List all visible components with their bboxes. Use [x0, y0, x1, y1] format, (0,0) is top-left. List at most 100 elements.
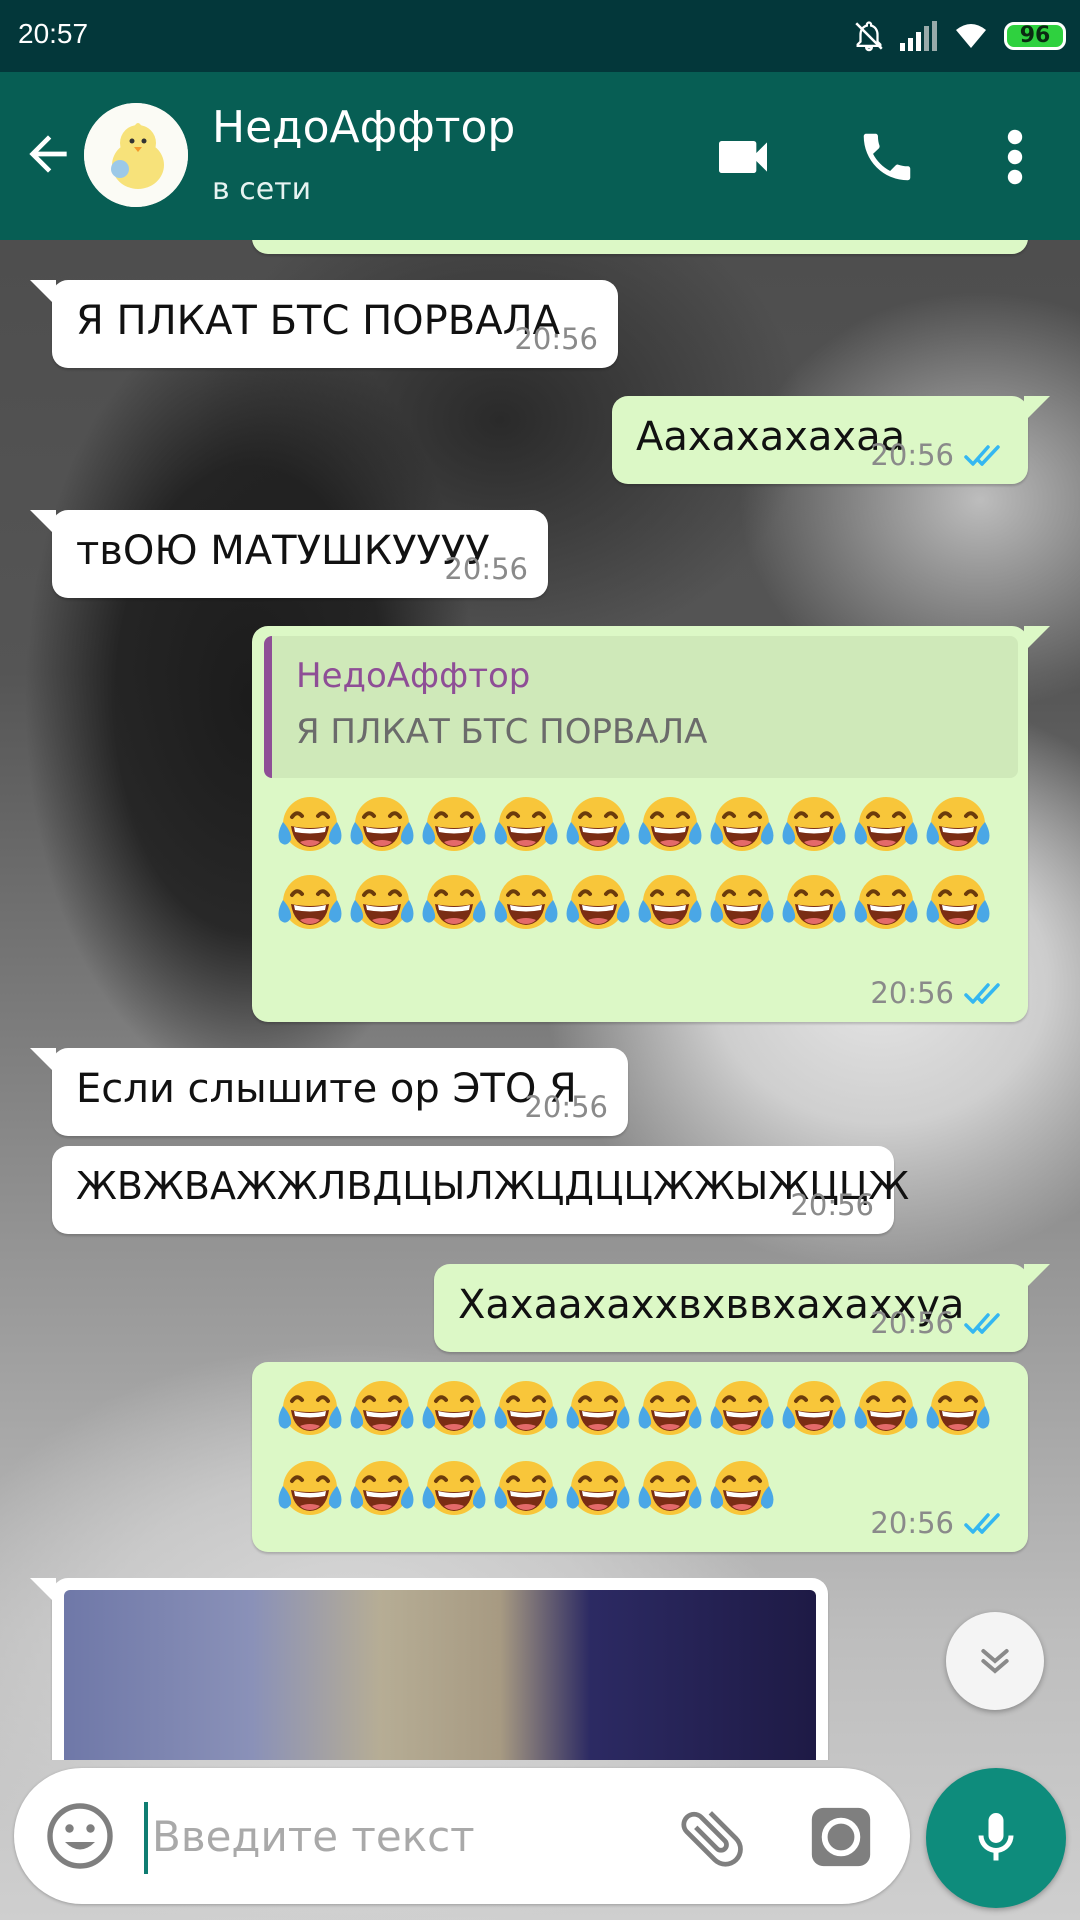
message-time: 20:56 — [790, 1188, 874, 1222]
message-time: 20:56 — [870, 1306, 954, 1340]
video-call-icon — [719, 141, 767, 173]
message-bubble-incoming[interactable]: Если слышите ор ЭТО Я 20:56 — [30, 1048, 628, 1136]
laughing-tears-emoji — [274, 868, 346, 940]
laughing-tears-emoji — [490, 790, 562, 862]
message-text: Я ПЛКАТ БТС ПОРВАЛА — [76, 298, 561, 344]
chick-avatar-image — [84, 103, 188, 207]
more-options-button[interactable] — [980, 122, 1050, 192]
emoji-row — [274, 790, 994, 862]
message-input[interactable] — [152, 1796, 652, 1876]
message-bubble-partial[interactable] — [252, 240, 1028, 254]
emoji-row — [274, 1374, 994, 1446]
chat-header: НедоАффтор в сети — [0, 72, 1080, 240]
laughing-tears-emoji — [850, 790, 922, 862]
emoji-icon[interactable] — [44, 1800, 116, 1872]
laughing-tears-emoji — [562, 1374, 634, 1446]
laughing-tears-emoji — [346, 868, 418, 940]
laughing-tears-emoji — [274, 790, 346, 862]
contact-status: в сети — [212, 172, 312, 207]
message-meta: 20:56 — [870, 976, 1008, 1010]
laughing-tears-emoji — [346, 790, 418, 862]
laughing-tears-emoji — [850, 868, 922, 940]
message-list[interactable]: Я ПЛКАТ БТС ПОРВАЛА 20:56 Аахахахахаа 20… — [0, 240, 1080, 1760]
status-time: 20:57 — [18, 18, 89, 49]
contact-name[interactable]: НедоАффтор — [212, 102, 515, 153]
message-bubble-incoming[interactable]: твОЮ МАТУШКУУУУ 20:56 — [30, 510, 548, 598]
double-check-icon — [964, 1511, 1008, 1535]
laughing-tears-emoji — [418, 790, 490, 862]
camera-icon[interactable] — [806, 1802, 876, 1872]
message-time: 20:56 — [514, 322, 598, 356]
voice-call-button[interactable] — [852, 122, 922, 192]
laughing-tears-emoji — [634, 1374, 706, 1446]
contact-avatar[interactable] — [84, 103, 188, 207]
message-meta: 20:56 — [870, 1306, 1008, 1340]
laughing-tears-emoji — [634, 868, 706, 940]
video-thumbnail[interactable] — [64, 1590, 816, 1760]
laughing-tears-emoji — [778, 790, 850, 862]
message-bubble-outgoing-reply[interactable]: НедоАффтор Я ПЛКАТ БТС ПОРВАЛА 20:56 — [252, 626, 1050, 1022]
message-meta: 20:56 — [870, 1506, 1008, 1540]
message-time: 20:56 — [870, 1506, 954, 1540]
message-bubble-outgoing[interactable]: Аахахахахаа 20:56 — [612, 396, 1050, 484]
notifications-off-icon — [855, 21, 883, 52]
message-time: 20:56 — [870, 438, 954, 472]
scroll-to-bottom-button[interactable] — [946, 1612, 1044, 1710]
laughing-tears-emoji — [922, 790, 994, 862]
phone-icon — [863, 133, 911, 181]
voice-message-button[interactable] — [926, 1768, 1066, 1908]
back-arrow-icon[interactable] — [20, 126, 76, 182]
double-chevron-down-icon — [981, 1649, 1009, 1674]
laughing-tears-emoji — [634, 1454, 706, 1526]
status-icons: 96 — [852, 18, 1066, 54]
laughing-tears-emoji — [778, 1374, 850, 1446]
laughing-tears-emoji — [850, 1374, 922, 1446]
laughing-tears-emoji — [418, 1454, 490, 1526]
double-check-icon — [964, 1311, 1008, 1335]
message-meta: 20:56 — [790, 1188, 874, 1222]
battery-indicator: 96 — [1004, 22, 1066, 50]
message-text: ЖВЖВАЖЖЛВДЦЫЛЖЦДЦЦЖЖЫЖЦЦЖ — [76, 1164, 910, 1208]
laughing-tears-emoji — [706, 790, 778, 862]
message-bubble-outgoing[interactable]: Хахаахаххвхввхахаххуа 20:56 — [434, 1264, 1050, 1352]
signal-icon — [900, 21, 937, 51]
laughing-tears-emoji — [490, 868, 562, 940]
message-meta: 20:56 — [870, 438, 1008, 472]
laughing-tears-emoji — [418, 868, 490, 940]
text-caret — [144, 1802, 148, 1874]
laughing-tears-emoji — [490, 1454, 562, 1526]
laughing-tears-emoji — [778, 868, 850, 940]
quoted-message[interactable]: НедоАффтор Я ПЛКАТ БТС ПОРВАЛА — [264, 636, 1018, 778]
wifi-icon — [956, 24, 986, 48]
message-bubble-incoming[interactable]: Я ПЛКАТ БТС ПОРВАЛА 20:56 — [30, 280, 618, 368]
emoji-row — [274, 868, 994, 940]
laughing-tears-emoji — [562, 868, 634, 940]
laughing-tears-emoji — [346, 1454, 418, 1526]
laughing-tears-emoji — [418, 1374, 490, 1446]
message-meta: 20:56 — [444, 552, 528, 586]
attach-icon[interactable] — [674, 1800, 750, 1876]
double-check-icon — [964, 443, 1008, 467]
quoted-text: Я ПЛКАТ БТС ПОРВАЛА — [296, 712, 708, 752]
message-bubble-outgoing-emoji[interactable]: 20:56 — [252, 1362, 1028, 1552]
laughing-tears-emoji — [274, 1374, 346, 1446]
more-vert-icon — [1007, 129, 1023, 185]
quoted-author: НедоАффтор — [296, 656, 531, 696]
laughing-tears-emoji — [922, 868, 994, 940]
message-bubble-incoming-video[interactable] — [30, 1578, 828, 1760]
video-call-button[interactable] — [708, 122, 778, 192]
message-time: 20:56 — [444, 552, 528, 586]
laughing-tears-emoji — [562, 790, 634, 862]
message-time: 20:56 — [870, 976, 954, 1010]
message-text: Если слышите ор ЭТО Я — [76, 1066, 577, 1112]
message-text: твОЮ МАТУШКУУУУ — [76, 528, 490, 574]
laughing-tears-emoji — [706, 1454, 778, 1526]
message-text: Аахахахахаа — [636, 414, 906, 460]
message-meta: 20:56 — [524, 1090, 608, 1124]
mic-icon — [978, 1813, 1014, 1861]
emoji-row — [274, 1454, 778, 1526]
laughing-tears-emoji — [706, 868, 778, 940]
double-check-icon — [964, 981, 1008, 1005]
message-bubble-incoming[interactable]: ЖВЖВАЖЖЛВДЦЫЛЖЦДЦЦЖЖЫЖЦЦЖ 20:56 — [52, 1146, 909, 1234]
laughing-tears-emoji — [346, 1374, 418, 1446]
